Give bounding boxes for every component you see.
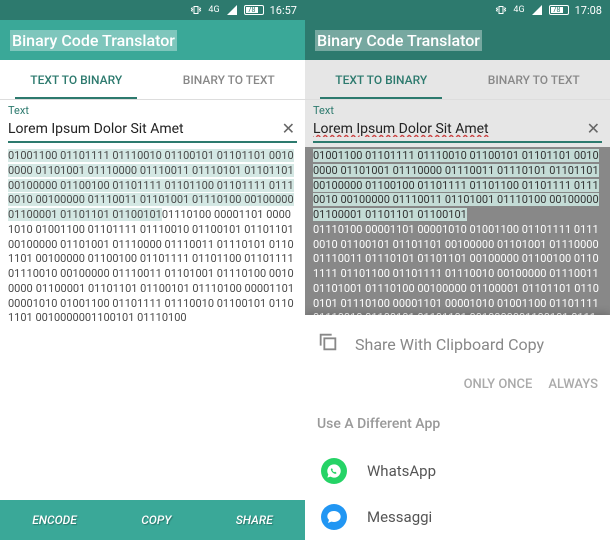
clock: 16:57: [270, 4, 297, 17]
tab-binary-to-text[interactable]: BINARY TO TEXT: [458, 60, 610, 99]
app-title: Binary Code Translator: [10, 30, 177, 51]
network-label: 4G: [208, 5, 219, 15]
phone-left: 4G 78 16:57 Binary Code Translator TEXT …: [0, 0, 305, 540]
signal-icon: [226, 4, 238, 16]
app-title: Binary Code Translator: [315, 30, 482, 51]
tabs: TEXT TO BINARY BINARY TO TEXT: [0, 60, 305, 100]
vibrate-icon: [495, 4, 507, 16]
bottom-bar: ENCODE COPY SHARE: [0, 500, 305, 540]
battery-icon: 78: [549, 5, 569, 15]
clear-icon[interactable]: ✕: [282, 119, 295, 138]
tab-text-to-binary[interactable]: TEXT TO BINARY: [0, 60, 153, 99]
share-header: Share With Clipboard Copy: [317, 331, 598, 357]
different-app-label: Use A Different App: [317, 416, 598, 432]
network-label: 4G: [513, 5, 524, 15]
signal-icon: [531, 4, 543, 16]
input-label: Text: [0, 100, 305, 117]
tab-text-to-binary[interactable]: TEXT TO BINARY: [305, 60, 458, 99]
share-title: Share With Clipboard Copy: [355, 335, 544, 354]
binary-output: 01001100 01101111 01110010 01100101 0110…: [305, 147, 610, 343]
app-label: WhatsApp: [367, 462, 436, 480]
input-row: ✕: [0, 117, 305, 147]
status-bar: 4G 78 16:57: [0, 0, 305, 20]
app-item-whatsapp[interactable]: WhatsApp: [317, 448, 598, 494]
only-once-button[interactable]: ONLY ONCE: [464, 377, 533, 392]
share-options: ONLY ONCE ALWAYS: [317, 377, 598, 392]
tab-binary-to-text[interactable]: BINARY TO TEXT: [153, 60, 306, 99]
whatsapp-icon: [321, 458, 347, 484]
share-sheet: Share With Clipboard Copy ONLY ONCE ALWA…: [305, 315, 610, 540]
clear-icon[interactable]: ✕: [587, 119, 600, 138]
app-item-messaggi[interactable]: Messaggi: [317, 494, 598, 540]
app-label: Messaggi: [367, 508, 432, 526]
messaggi-icon: [321, 504, 347, 530]
share-button[interactable]: SHARE: [236, 513, 273, 527]
app-bar: Binary Code Translator: [0, 20, 305, 60]
status-bar: 4G 78 17:08: [305, 0, 610, 20]
text-input[interactable]: [313, 117, 602, 143]
phone-right: 4G 78 17:08 Binary Code Translator TEXT …: [305, 0, 610, 540]
battery-icon: 78: [244, 5, 264, 15]
copy-icon: [317, 331, 339, 357]
output-selection: 01001100 01101111 01110010 01100101 0110…: [313, 149, 599, 221]
vibrate-icon: [190, 4, 202, 16]
always-button[interactable]: ALWAYS: [548, 377, 598, 392]
input-row: ✕: [305, 117, 610, 147]
clock: 17:08: [575, 4, 602, 17]
tabs: TEXT TO BINARY BINARY TO TEXT: [305, 60, 610, 100]
encode-button[interactable]: ENCODE: [32, 513, 77, 527]
copy-button[interactable]: COPY: [141, 513, 171, 527]
text-input[interactable]: [8, 117, 297, 143]
app-bar: Binary Code Translator: [305, 20, 610, 60]
binary-output: 01001100 01101111 01110010 01100101 0110…: [0, 147, 305, 328]
input-label: Text: [305, 100, 610, 117]
